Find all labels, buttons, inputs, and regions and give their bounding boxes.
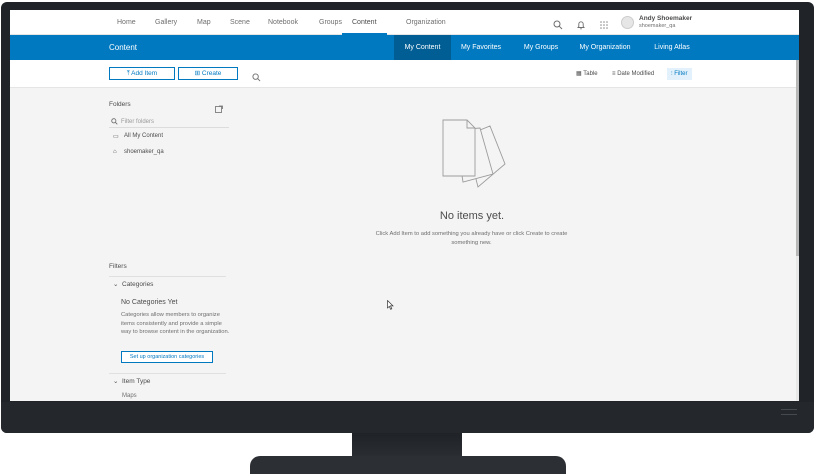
- item-type-toggle[interactable]: Item Type: [122, 378, 150, 385]
- filter-icon: ⫶: [671, 71, 673, 77]
- user-avatar[interactable]: [621, 16, 634, 29]
- nav-notebook[interactable]: Notebook: [268, 10, 298, 35]
- folder-label: All My Content: [124, 133, 164, 139]
- mouse-cursor-icon: [387, 300, 394, 310]
- empty-state-description: Click Add Item to add something you alre…: [375, 231, 568, 246]
- folder-filter-input[interactable]: Filter folders: [109, 116, 229, 128]
- filters-divider: [109, 276, 226, 277]
- content-search-icon[interactable]: [252, 69, 261, 87]
- monitor-bezel: [1, 402, 814, 433]
- categories-divider: [109, 373, 226, 374]
- monitor-logo: [781, 409, 797, 415]
- table-view-toggle[interactable]: ▦ Table: [576, 68, 598, 80]
- filter-search-icon: [111, 116, 118, 130]
- tab-my-groups[interactable]: My Groups: [517, 35, 565, 60]
- sort-date-modified[interactable]: ≡ Date Modified: [612, 68, 654, 80]
- create-icon: ⊞: [194, 70, 201, 77]
- content-toolbar: ⤒ Add Item ⊞ Create ▦ Table ≡ Date Modif…: [10, 60, 799, 88]
- user-name[interactable]: Andy Shoemaker: [639, 15, 692, 22]
- nav-home[interactable]: Home: [117, 10, 136, 35]
- user-handle: shoemaker_qa: [639, 23, 676, 29]
- setup-categories-button[interactable]: Set up organization categories: [121, 351, 213, 363]
- create-label: Create: [201, 70, 222, 77]
- folder-shoemaker-qa[interactable]: ⌂ shoemaker_qa: [113, 149, 164, 155]
- no-categories-description: Categories allow members to organize ite…: [121, 312, 230, 335]
- tab-living-atlas[interactable]: Living Atlas: [647, 35, 697, 60]
- filters-heading: Filters: [109, 263, 127, 270]
- create-button[interactable]: ⊞ Create: [178, 67, 238, 80]
- tab-my-organization[interactable]: My Organization: [575, 35, 635, 60]
- page-title: Content: [109, 43, 138, 52]
- content-header-bar: Content My Content My Favorites My Group…: [10, 35, 799, 60]
- add-item-icon: ⤒: [126, 70, 130, 77]
- folder-icon: ▭: [113, 134, 119, 140]
- nav-scene[interactable]: Scene: [230, 10, 250, 35]
- monitor-stand-base: [250, 456, 566, 474]
- scrollbar-thumb[interactable]: [796, 60, 799, 256]
- nav-content[interactable]: Content: [342, 10, 387, 35]
- folder-filter-placeholder: Filter folders: [121, 119, 155, 125]
- no-categories-title: No Categories Yet: [121, 299, 178, 306]
- filter-label: Filter: [674, 71, 688, 77]
- notifications-bell-icon[interactable]: [576, 17, 586, 35]
- search-icon[interactable]: [553, 17, 563, 35]
- tab-my-content[interactable]: My Content: [394, 35, 451, 60]
- empty-documents-icon: [442, 119, 506, 188]
- nav-map[interactable]: Map: [197, 10, 211, 35]
- app-launcher-icon[interactable]: [599, 17, 609, 35]
- filter-toggle[interactable]: ⫶ Filter: [667, 68, 692, 80]
- folders-heading: Folders: [109, 101, 131, 108]
- nav-groups[interactable]: Groups: [319, 10, 342, 35]
- nav-gallery[interactable]: Gallery: [155, 10, 177, 35]
- categories-chevron-icon[interactable]: ⌄: [113, 280, 118, 288]
- categories-toggle[interactable]: Categories: [122, 281, 153, 288]
- table-icon: ▦: [576, 71, 582, 77]
- sort-label: Date Modified: [617, 71, 655, 77]
- home-folder-icon: ⌂: [113, 149, 117, 155]
- folder-label: shoemaker_qa: [124, 149, 164, 155]
- screen: Home Gallery Map Scene Notebook Groups C…: [10, 10, 799, 401]
- top-navigation: Home Gallery Map Scene Notebook Groups C…: [10, 10, 799, 35]
- nav-organization[interactable]: Organization: [406, 10, 446, 35]
- sort-icon: ≡: [612, 71, 616, 77]
- table-label: Table: [583, 71, 598, 77]
- tab-my-favorites[interactable]: My Favorites: [456, 35, 506, 60]
- add-item-button[interactable]: ⤒ Add Item: [109, 67, 175, 80]
- add-item-label: Add Item: [131, 70, 158, 77]
- item-type-maps[interactable]: Maps: [122, 393, 137, 399]
- item-type-chevron-icon[interactable]: ⌄: [113, 377, 118, 385]
- folder-all-my-content[interactable]: ▭ All My Content: [113, 133, 164, 140]
- empty-state-title: No items yet.: [439, 210, 505, 222]
